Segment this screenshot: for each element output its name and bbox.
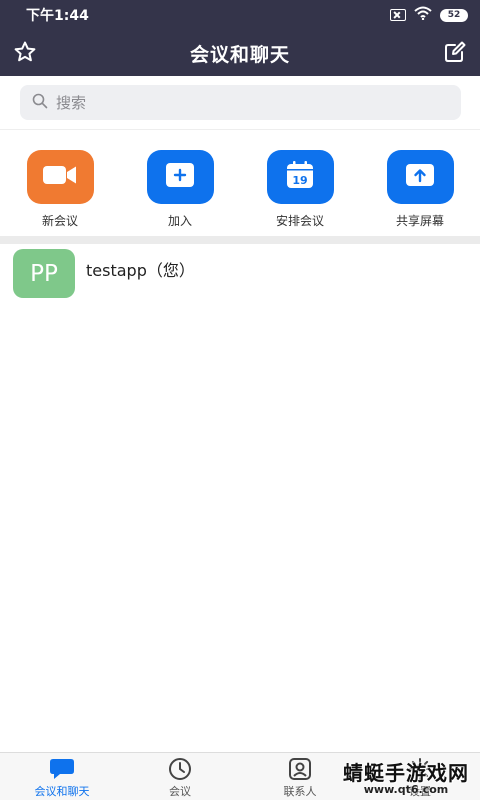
search-input[interactable] (56, 93, 436, 112)
section-divider (0, 236, 480, 244)
search-section (0, 76, 480, 130)
share-screen-button[interactable] (386, 150, 454, 204)
schedule-action[interactable]: 19 安排会议 (250, 150, 350, 229)
watermark-title: 蜻蜓手游戏网 (343, 761, 469, 785)
status-icons: 52 (390, 6, 468, 24)
tab-label: 会议 (169, 785, 191, 798)
join-action[interactable]: 加入 (130, 150, 230, 229)
compose-button[interactable] (441, 40, 469, 68)
quick-actions: 新会议 加入 19 安排会议 共享屏幕 (0, 131, 480, 236)
schedule-button[interactable]: 19 (266, 150, 334, 204)
clock-icon (167, 757, 193, 781)
watermark: 蜻蜓手游戏网 www.qt6.com (338, 762, 474, 798)
share-screen-label: 共享屏幕 (395, 214, 444, 228)
calendar-icon: 19 (285, 160, 315, 194)
star-icon (13, 40, 37, 68)
join-label: 加入 (167, 214, 192, 228)
new-meeting-label: 新会议 (41, 214, 78, 228)
new-meeting-action[interactable]: 新会议 (10, 150, 110, 229)
tab-label: 会议和聊天 (34, 785, 90, 798)
tab-meetings-and-chat[interactable]: 会议和聊天 (12, 757, 112, 799)
wifi-icon (414, 6, 432, 24)
sim-blocked-icon (390, 9, 406, 21)
list-item[interactable]: PP testapp（您） (0, 244, 480, 304)
chat-bubble-icon (49, 757, 75, 781)
calendar-day: 19 (292, 174, 307, 187)
join-button[interactable] (146, 150, 214, 204)
header: 会议和聊天 (0, 30, 480, 76)
search-bar[interactable] (20, 85, 461, 120)
new-meeting-button[interactable] (26, 150, 94, 204)
battery-icon: 52 (440, 8, 468, 22)
watermark-url: www.qt6.com (363, 783, 449, 796)
tab-contacts[interactable]: 联系人 (250, 757, 350, 799)
avatar: PP (13, 249, 75, 298)
contact-name: testapp（您） (86, 261, 195, 280)
top-bar: 下午1:44 52 会议和聊天 (0, 0, 480, 76)
status-bar: 下午1:44 52 (0, 0, 480, 30)
tab-label: 联系人 (283, 785, 317, 798)
tab-meetings[interactable]: 会议 (130, 757, 230, 799)
page-title: 会议和聊天 (189, 43, 290, 66)
share-screen-icon (405, 162, 435, 192)
search-icon (32, 93, 48, 113)
schedule-label: 安排会议 (275, 214, 324, 228)
share-screen-action[interactable]: 共享屏幕 (370, 150, 470, 229)
video-camera-icon (42, 164, 78, 190)
favorites-button[interactable] (11, 40, 39, 68)
plus-icon (165, 162, 195, 192)
status-time: 下午1:44 (26, 8, 89, 24)
edit-icon (443, 40, 467, 68)
contact-icon (287, 757, 313, 781)
